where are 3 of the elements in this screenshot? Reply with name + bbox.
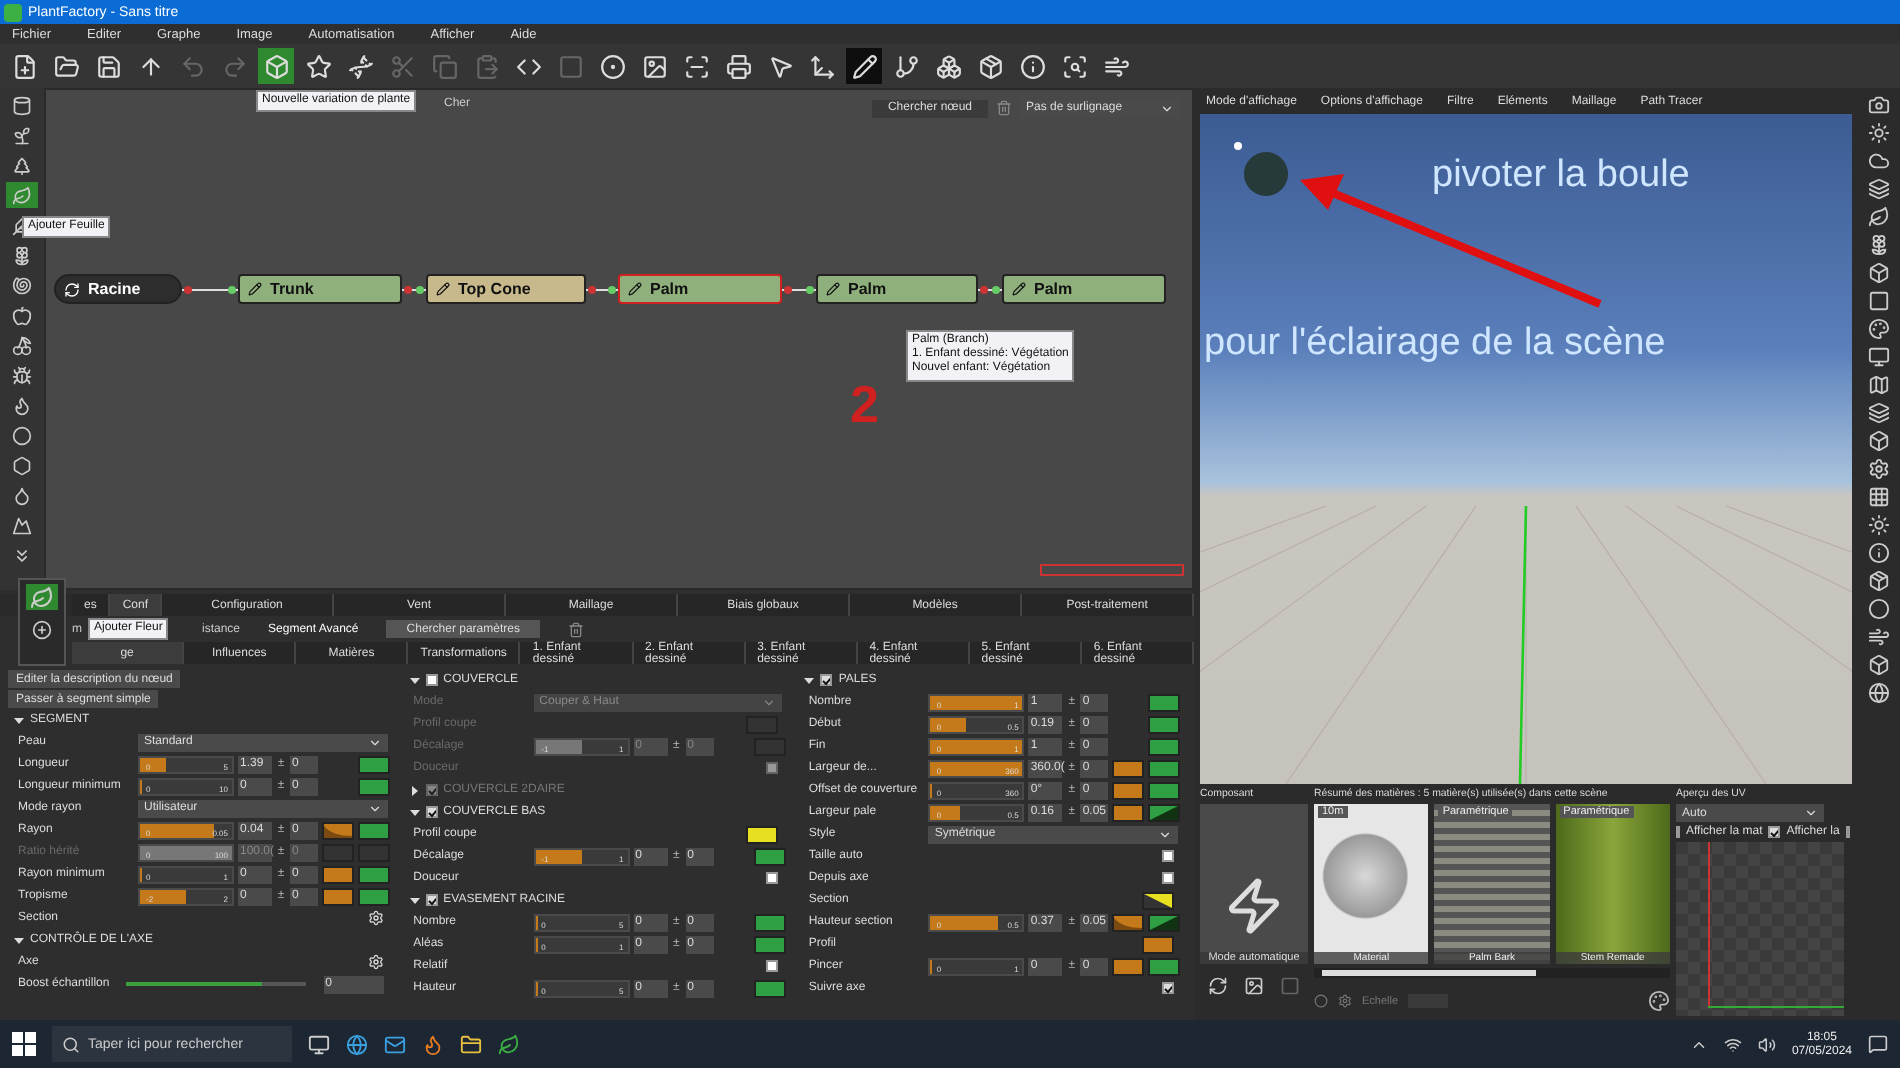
annotation-text: pivoter la boule <box>1432 154 1690 198</box>
annotation-text: pour l'éclairage de la scène <box>1204 322 1666 366</box>
annotation-number: 2 <box>850 374 879 436</box>
